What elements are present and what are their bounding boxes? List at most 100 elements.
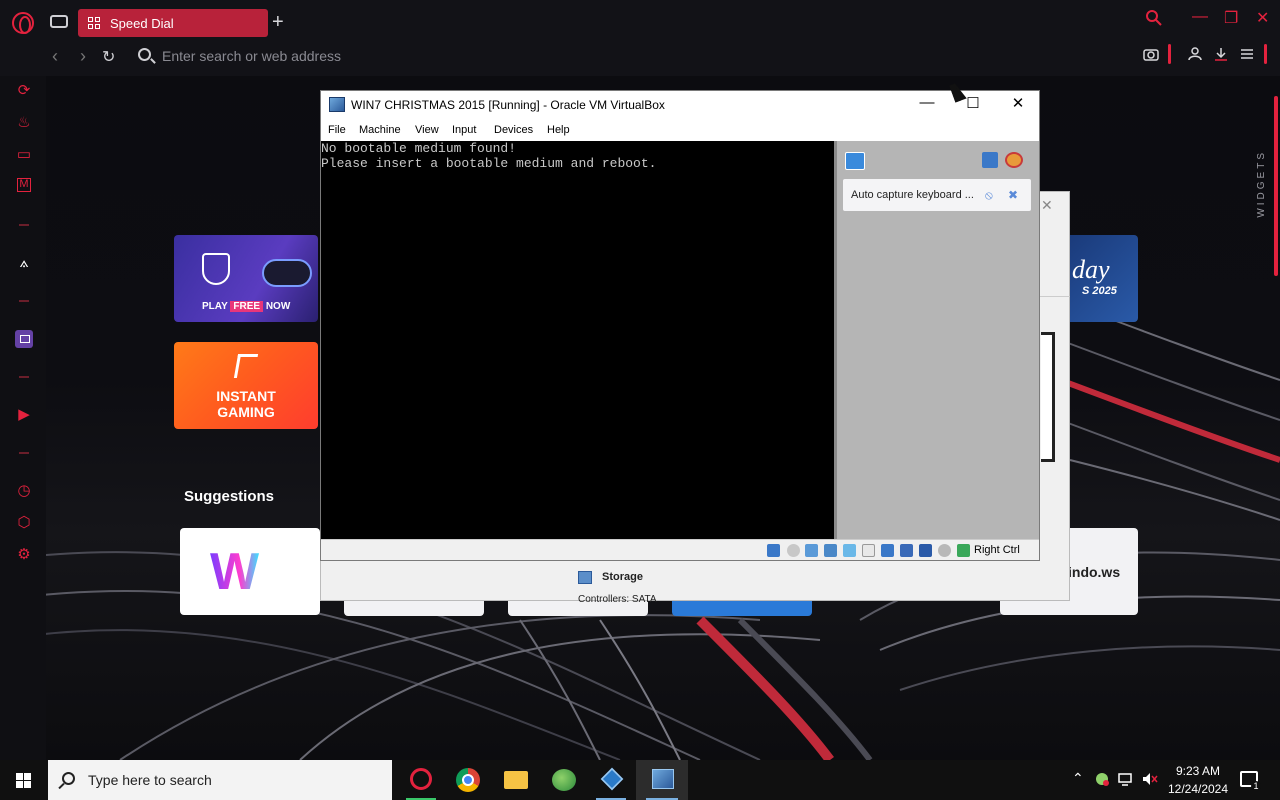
clock-time[interactable]: 9:23 AM (1160, 764, 1236, 778)
notification-auto-capture[interactable]: Auto capture keyboard ... ⦸ ✖ (843, 179, 1031, 211)
reload-icon[interactable]: ↻ (102, 47, 115, 67)
vm-minimize-button[interactable]: — (907, 94, 947, 111)
widgets-tab[interactable]: WIDGETS (1256, 150, 1270, 218)
keyboard-capture-icon[interactable] (957, 544, 970, 557)
widgets-accent (1274, 96, 1278, 276)
mouse-integration-icon[interactable] (938, 544, 951, 557)
dismiss-all-icon[interactable] (1005, 152, 1023, 168)
toggle-sort-icon[interactable] (982, 152, 998, 168)
wows-tagline: PLAY FREE NOW (202, 301, 291, 312)
notifications-icon[interactable]: 1 (1240, 771, 1261, 791)
cpu-icon[interactable] (919, 544, 932, 557)
speed-dial-tile-instant-gaming[interactable]: INSTANT GAMING (174, 342, 318, 429)
hard-disk-icon[interactable] (767, 544, 780, 557)
chrome-icon (456, 768, 480, 792)
search-icon (62, 772, 75, 785)
storage-heading[interactable]: Storage (602, 571, 643, 583)
download-icon[interactable] (1214, 47, 1228, 65)
gamepad-icon[interactable] (50, 15, 68, 28)
sidebar-divider (19, 452, 29, 454)
network-icon[interactable] (1118, 771, 1134, 787)
restore-button[interactable]: ❐ (1224, 8, 1238, 28)
vm-statusbar: Right Ctrl (321, 539, 1039, 560)
close-button[interactable]: ✕ (1256, 8, 1269, 28)
speed-dial-tile-cyber[interactable]: day S 2025 (1068, 235, 1138, 322)
show-hidden-icons[interactable]: ⌃ (1072, 770, 1084, 787)
menu-view[interactable]: View (415, 124, 439, 136)
camera-icon[interactable] (1143, 47, 1159, 65)
history-icon[interactable]: ◷ (15, 482, 33, 500)
taskbar-virtualbox[interactable] (588, 760, 634, 800)
taskbar-file-explorer[interactable] (492, 760, 538, 800)
speed-dial-tile-wows[interactable]: PLAY FREE NOW (174, 235, 318, 322)
vm-display[interactable]: No bootable medium found! Please insert … (321, 141, 834, 539)
taskbar-vm-window[interactable] (636, 760, 688, 800)
close-notification-icon[interactable]: ✖ (1008, 188, 1018, 202)
menu-file[interactable]: File (328, 124, 346, 136)
menu-input[interactable]: Input (452, 124, 476, 136)
display-icon[interactable] (881, 544, 894, 557)
vm-preview (1041, 332, 1055, 462)
opera-gx-icon (410, 768, 432, 790)
suggestion-tile[interactable] (344, 600, 484, 616)
notification-pin-icon[interactable] (845, 152, 865, 170)
tray-app-icon[interactable] (1094, 771, 1110, 787)
music-icon[interactable]: M (17, 178, 31, 192)
menu-devices[interactable]: Devices (494, 124, 533, 136)
taskbar-chrome[interactable] (444, 760, 490, 800)
close-icon[interactable]: ✕ (1041, 197, 1053, 214)
audio-icon[interactable] (805, 544, 818, 557)
vm-close-button[interactable]: ✕ (998, 94, 1038, 112)
console-line: No bootable medium found! (321, 141, 517, 156)
opera-menu-icon[interactable] (12, 12, 34, 34)
menu-help[interactable]: Help (547, 124, 570, 136)
taskbar-opera-gx[interactable] (398, 760, 444, 800)
suggestion-tile[interactable] (672, 600, 812, 616)
suggestion-tile-wombo[interactable]: W (180, 528, 320, 615)
controllers-text: Controllers: SATA (578, 594, 657, 605)
minimize-button[interactable]: — (1192, 8, 1208, 26)
address-input[interactable] (162, 45, 662, 67)
wows-logo-icon (202, 253, 230, 285)
taskbar-download-manager[interactable] (540, 760, 586, 800)
back-button[interactable]: ‹ (52, 46, 58, 67)
gx-control-icon[interactable]: ⟳ (15, 82, 33, 100)
display-icon[interactable]: ▭ (15, 146, 33, 164)
gx-cleaner-icon[interactable]: ♨ (15, 114, 33, 132)
clock-date[interactable]: 12/24/2024 (1160, 782, 1236, 796)
easy-setup-icon[interactable] (1240, 47, 1254, 65)
optical-drive-icon[interactable] (787, 544, 800, 557)
usb-icon[interactable] (843, 544, 856, 557)
shared-folders-icon[interactable] (862, 544, 875, 557)
recording-icon[interactable] (900, 544, 913, 557)
toolbar-accent (1264, 44, 1267, 64)
console-line: Please insert a bootable medium and rebo… (321, 156, 657, 171)
start-button[interactable] (0, 760, 48, 800)
extensions-icon[interactable]: ⬡ (15, 514, 33, 532)
player-icon[interactable]: ▶ (15, 406, 33, 424)
ai-assistant-icon[interactable]: ⟑ (15, 254, 33, 272)
menu-machine[interactable]: Machine (359, 124, 401, 136)
windows-taskbar: ⌃ 9:23 AM 12/24/2024 1 (0, 760, 1280, 800)
forward-button[interactable]: › (80, 46, 86, 67)
settings-gear-icon[interactable]: ⚙ (15, 546, 33, 564)
tab-strip: Speed Dial + — ❐ ✕ (0, 0, 1280, 42)
search-tabs-icon[interactable] (1146, 10, 1162, 31)
instant-gaming-logo-icon (233, 354, 259, 378)
tab-speed-dial[interactable]: Speed Dial (78, 9, 268, 37)
taskbar-search-input[interactable] (88, 770, 378, 790)
network-icon[interactable] (824, 544, 837, 557)
tile-label: indo.ws (1068, 564, 1121, 580)
new-tab-button[interactable]: + (272, 12, 284, 32)
globe-icon (552, 769, 576, 791)
virtualbox-icon (600, 767, 624, 791)
profile-icon[interactable] (1188, 47, 1202, 65)
sidebar-divider (19, 224, 29, 226)
taskbar-search[interactable] (48, 760, 392, 800)
notification-text: Auto capture keyboard ... (851, 189, 974, 201)
mute-icon[interactable]: ⦸ (985, 188, 993, 203)
vm-icon (652, 769, 674, 789)
twitch-icon[interactable] (15, 330, 33, 348)
volume-muted-icon[interactable] (1142, 771, 1158, 787)
vm-titlebar[interactable]: WIN7 CHRISTMAS 2015 [Running] - Oracle V… (321, 91, 1039, 121)
